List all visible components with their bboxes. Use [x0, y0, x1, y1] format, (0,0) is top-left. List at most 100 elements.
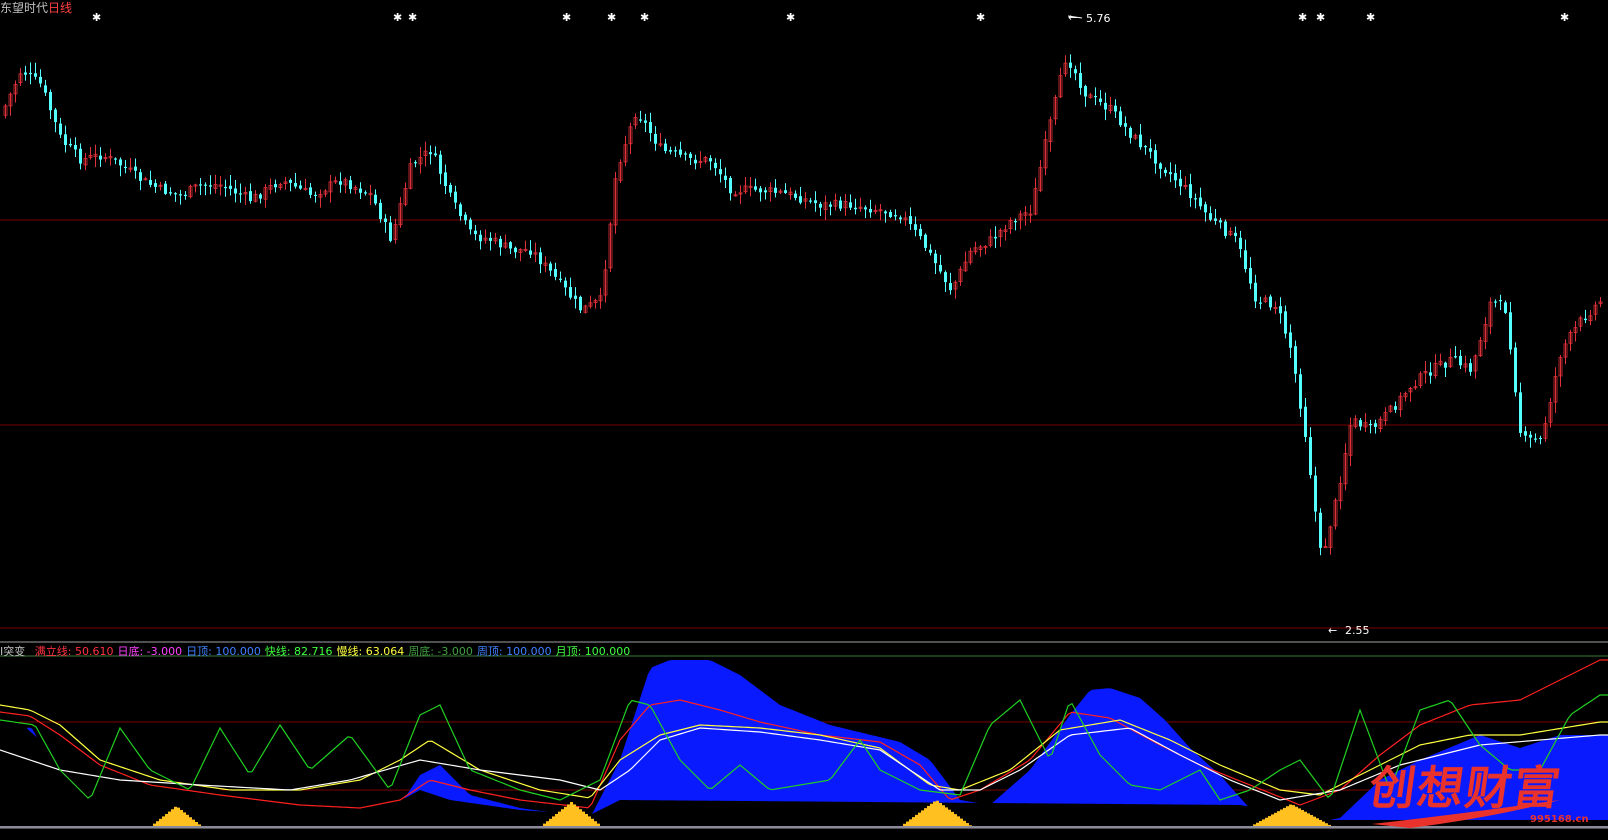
candle-body	[134, 166, 137, 171]
candle-body	[119, 159, 122, 166]
candle-body	[899, 217, 902, 220]
candle-body	[1114, 105, 1117, 112]
candle-body	[429, 152, 432, 155]
signal-star-icon: ✱	[562, 11, 571, 24]
candle-body	[894, 215, 897, 217]
readout-4: 慢线: 63.064	[336, 645, 405, 658]
high-low-markers: 5.76 ← ← 2.55	[1067, 11, 1370, 637]
candle-body	[1504, 302, 1507, 313]
candle-body	[839, 200, 842, 209]
candle-body	[1454, 356, 1457, 358]
candle-body	[459, 204, 462, 217]
candle-body	[569, 286, 572, 298]
candle-body	[849, 202, 852, 208]
candle-body	[1319, 512, 1322, 548]
candle-body	[709, 158, 712, 162]
candle-body	[349, 180, 352, 190]
candle-body	[1429, 372, 1432, 376]
candle-body	[464, 214, 467, 221]
candle-body	[1374, 423, 1377, 427]
candle-body	[1269, 296, 1272, 308]
candle-body	[994, 236, 997, 239]
candle-body	[814, 200, 817, 204]
candle-body	[164, 183, 167, 194]
candle-body	[149, 180, 152, 185]
low-arrow-icon: ←	[1328, 624, 1337, 637]
candle-body	[234, 188, 237, 194]
candle-body	[1519, 392, 1522, 433]
candle-body	[1164, 169, 1167, 174]
signal-star-icon: ✱	[1316, 11, 1325, 24]
candle-body	[124, 166, 127, 169]
signal-star-icon: ✱	[92, 11, 101, 24]
period-label[interactable]: 日线	[48, 1, 72, 15]
candle-body	[49, 92, 52, 111]
candle-body	[1014, 221, 1017, 223]
candle-body	[204, 184, 207, 186]
candle-body	[1284, 311, 1287, 334]
candle-body	[1509, 312, 1512, 350]
candle-body	[434, 153, 437, 156]
candle-body	[884, 211, 887, 214]
candle-body	[694, 159, 697, 164]
candle-body	[1079, 73, 1082, 88]
candle-body	[379, 202, 382, 220]
candle-body	[1199, 197, 1202, 207]
candle-body	[934, 253, 937, 264]
candle-body	[29, 72, 32, 75]
candle-body	[1469, 363, 1472, 372]
candle-body	[64, 134, 67, 146]
candle-body	[1104, 102, 1107, 110]
candle-body	[939, 265, 942, 272]
candle-body	[1234, 232, 1237, 237]
candle-body	[1224, 221, 1227, 236]
chart-canvas[interactable]: ✱ ✱ ✱ ✱ ✱ ✱ ✱ ✱ ✱ ✱ ✱ ✱ 5.76 ← ← 2.55	[0, 0, 1608, 840]
candle-body	[1084, 86, 1087, 97]
candle-body	[1359, 420, 1362, 427]
candle-body	[1204, 204, 1207, 213]
candle-body	[679, 149, 682, 155]
candle-body	[944, 272, 947, 283]
candle-body	[574, 295, 577, 299]
candle-body	[669, 150, 672, 152]
candle-body	[69, 143, 72, 146]
signal-star-icon: ✱	[408, 11, 417, 24]
candle-body	[389, 222, 392, 241]
candle-body	[949, 282, 952, 291]
candle-body	[564, 280, 567, 288]
candle-body	[1524, 431, 1527, 436]
candle-body	[1129, 127, 1132, 138]
candle-body	[554, 268, 557, 277]
candle-body	[1394, 406, 1397, 410]
candle-body	[154, 183, 157, 187]
candle-body	[209, 185, 212, 187]
candle-body	[364, 192, 367, 194]
candle-body	[449, 184, 452, 193]
candle-body	[539, 252, 542, 265]
candle-body	[924, 234, 927, 248]
candle-body	[184, 194, 187, 197]
candle-body	[99, 155, 102, 160]
candle-body	[919, 228, 922, 237]
candle-body	[799, 196, 802, 203]
indicator-name[interactable]: I突变	[0, 645, 25, 658]
candle-body	[479, 234, 482, 242]
candle-body	[1194, 198, 1197, 200]
candle-body	[1214, 218, 1217, 221]
candle-body	[274, 184, 277, 188]
readout-6: 周顶: 100.000	[476, 645, 552, 658]
candle-body	[1259, 302, 1262, 304]
candle-body	[529, 250, 532, 255]
candle-body	[469, 219, 472, 230]
candle-body	[384, 218, 387, 223]
high-price-label: 5.76	[1086, 12, 1111, 25]
candle-body	[444, 172, 447, 186]
signal-star-icon: ✱	[1298, 11, 1307, 24]
candle-body	[1494, 301, 1497, 303]
candlestick-series[interactable]	[3, 54, 1603, 556]
candle-body	[549, 263, 552, 271]
readout-2: 日顶: 100.000	[186, 645, 261, 658]
candle-body	[514, 247, 517, 253]
stock-name[interactable]: 东望时代	[0, 1, 48, 15]
candle-body	[1094, 95, 1097, 98]
